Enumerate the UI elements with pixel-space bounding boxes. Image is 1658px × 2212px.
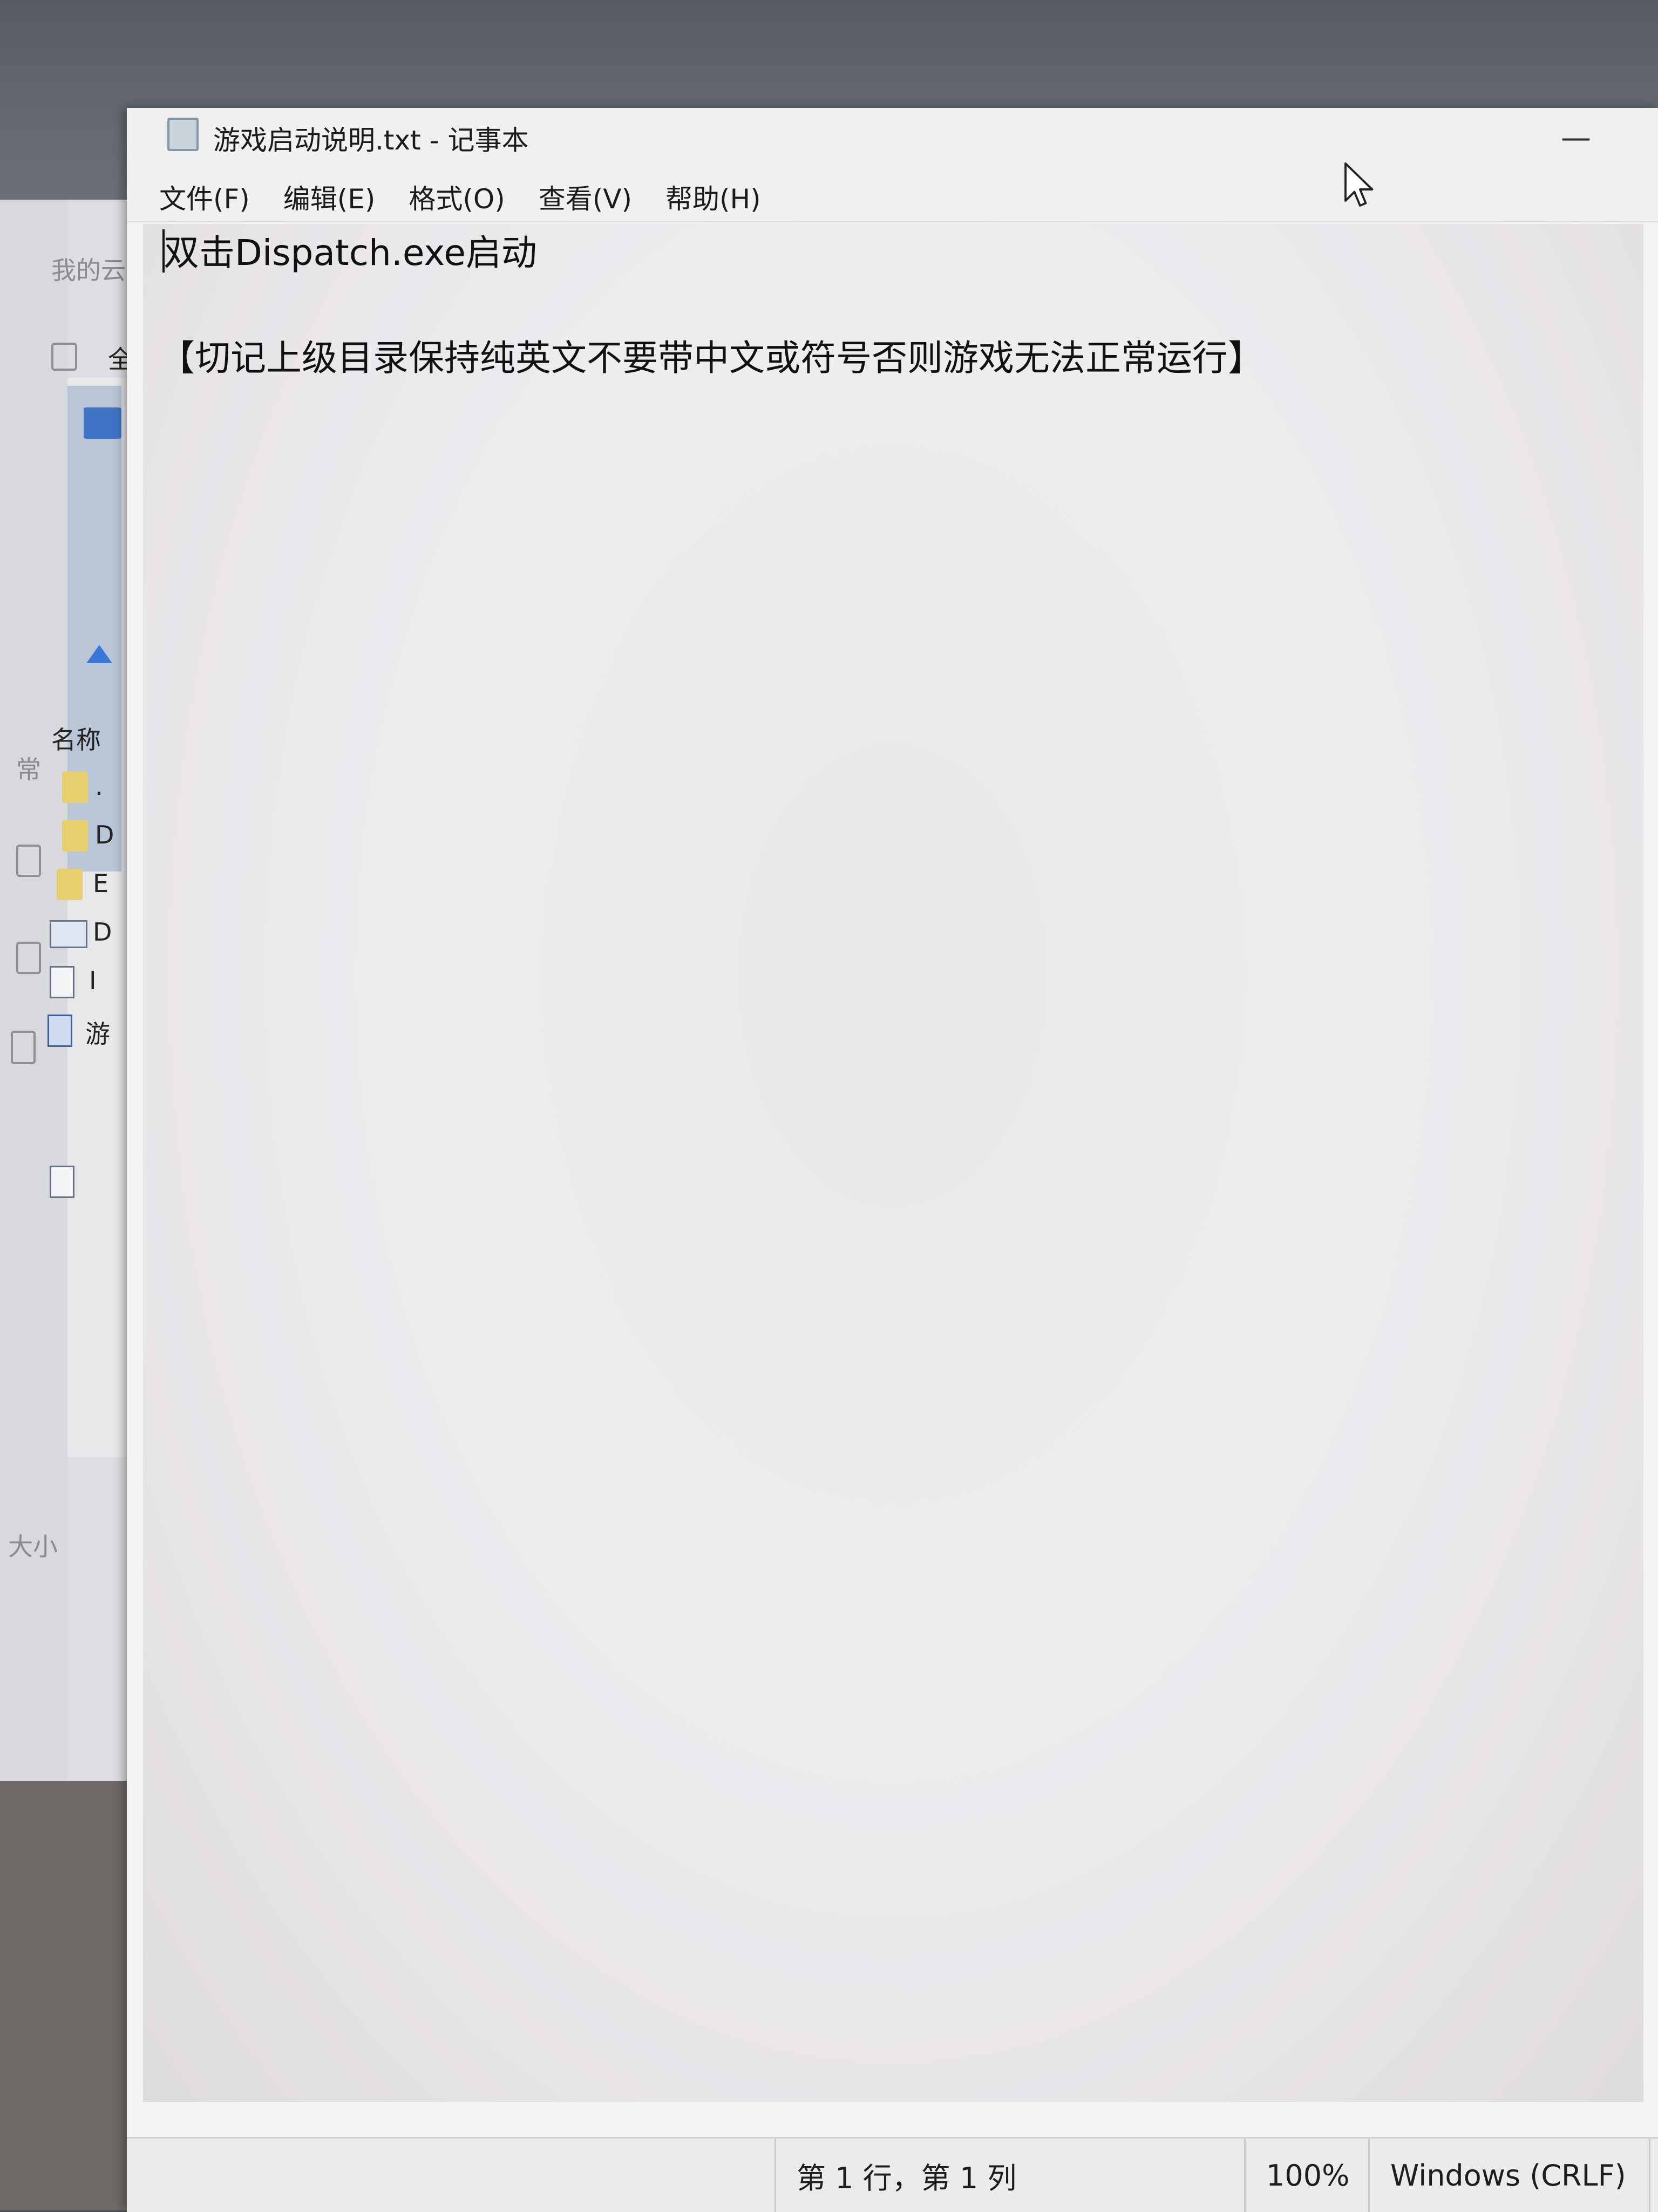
drive-icon (84, 407, 121, 439)
folder-icon[interactable] (57, 869, 83, 900)
list-item[interactable]: . (95, 772, 103, 801)
title-bar[interactable]: 游戏启动说明.txt - 记事本 — (127, 108, 1658, 173)
document-icon[interactable] (50, 966, 74, 998)
text-line-1: 双击Dispatch.exe启动 (164, 232, 537, 274)
import-icon[interactable] (16, 845, 41, 877)
notepad-icon (167, 118, 199, 151)
list-item[interactable]: D (95, 820, 114, 849)
minimize-button[interactable]: — (1552, 119, 1600, 156)
quick-access-label: 常 (16, 755, 41, 784)
status-zoom: 100% (1244, 2139, 1368, 2212)
explorer-location-text: 我的云 (51, 256, 126, 285)
document-icon[interactable] (50, 1166, 74, 1198)
text-document-icon[interactable] (47, 1015, 72, 1047)
app-window-icon[interactable] (50, 920, 87, 948)
size-label: 大小 (8, 1532, 58, 1561)
list-item[interactable]: D (93, 917, 112, 947)
mouse-pointer-icon (1344, 162, 1374, 207)
window-title: 游戏启动说明.txt - 记事本 (213, 125, 529, 156)
folder-icon[interactable] (62, 820, 88, 852)
folder-icon[interactable] (62, 772, 88, 803)
menu-bar: 文件(F) 编辑(E) 格式(O) 查看(V) 帮助(H) (127, 173, 1658, 222)
status-encoding: UTF-8 (1649, 2139, 1658, 2212)
menu-file[interactable]: 文件(F) (159, 174, 250, 220)
menu-edit[interactable]: 编辑(E) (283, 174, 376, 220)
text-editor-area[interactable]: 双击Dispatch.exe启动 【切记上级目录保持纯英文不要带中文或符号否则游… (143, 224, 1643, 2102)
desk-shadow (0, 1781, 127, 2210)
up-arrow-icon[interactable] (86, 645, 112, 663)
list-item[interactable]: E (93, 869, 108, 898)
list-item[interactable]: 游 (85, 1015, 110, 1050)
menu-view[interactable]: 查看(V) (539, 174, 632, 220)
inbox-icon[interactable] (51, 343, 77, 371)
notepad-window[interactable]: 游戏启动说明.txt - 记事本 — 文件(F) 编辑(E) 格式(O) 查看(… (127, 108, 1658, 2212)
list-item[interactable]: I (89, 966, 97, 995)
status-line-ending: Windows (CRLF) (1368, 2139, 1649, 2212)
edit-icon[interactable] (16, 942, 41, 974)
trash-icon[interactable] (11, 1031, 36, 1064)
text-line-3: 【切记上级目录保持纯英文不要带中文或符号否则游戏无法正常运行】 (159, 337, 1263, 379)
column-header-name[interactable]: 名称 (51, 720, 101, 756)
menu-help[interactable]: 帮助(H) (665, 174, 761, 220)
menu-format[interactable]: 格式(O) (409, 174, 505, 220)
status-bar: 第 1 行，第 1 列 100% Windows (CRLF) UTF-8 (127, 2137, 1658, 2212)
status-cursor-position: 第 1 行，第 1 列 (774, 2139, 1244, 2212)
